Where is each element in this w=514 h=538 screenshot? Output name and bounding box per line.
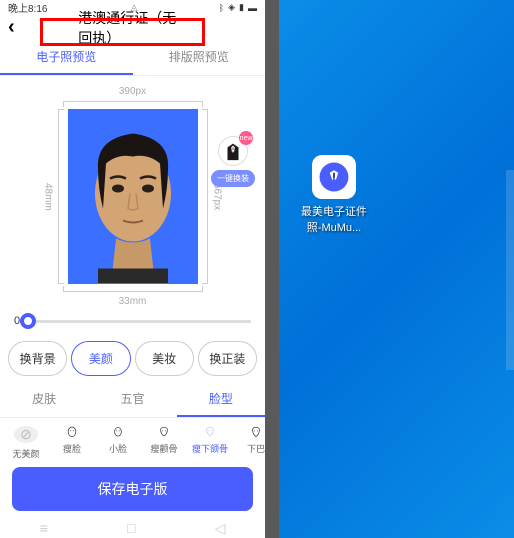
tab-beauty[interactable]: 美颜	[71, 341, 130, 376]
intensity-slider[interactable]	[28, 320, 251, 323]
nav-back[interactable]: ◁	[215, 520, 226, 537]
option-jaw[interactable]: 瘦下颌骨	[188, 426, 232, 455]
save-button[interactable]: 保存电子版	[12, 467, 253, 511]
battery-icon: ▬	[248, 3, 257, 13]
android-nav-bar: ≡ □ ◁	[0, 519, 265, 538]
subtab-features[interactable]: 五官	[88, 382, 176, 417]
desktop-app-shortcut[interactable]: 最美电子证件照-MuMu...	[299, 155, 369, 235]
id-photo[interactable]	[68, 109, 198, 284]
change-outfit-button[interactable]: 一键换装	[211, 170, 255, 187]
outfit-preview[interactable]: new	[218, 136, 248, 166]
face-shape-options: ⊘ 无美颜 瘦脸 小脸 瘦颧骨 瘦下颌骨 下巴	[0, 418, 265, 459]
phone-screen: 晚上8:16 ◬ ᛒ ◈ ▮ ▬ ‹ 港澳通行证（无回执） 电子照预览 排版照预…	[0, 0, 265, 538]
app-icon	[312, 155, 356, 199]
app-header: ‹ 港澳通行证（无回执）	[0, 15, 265, 40]
none-icon: ⊘	[14, 426, 38, 443]
slider-thumb[interactable]	[20, 313, 36, 329]
wifi-icon: ◈	[228, 2, 235, 13]
desktop-app-label: 最美电子证件照-MuMu...	[294, 203, 374, 235]
tab-outfit[interactable]: 换正装	[198, 341, 257, 376]
page-title: 港澳通行证（无回执）	[66, 6, 199, 50]
face-icon	[104, 426, 132, 438]
signal-icon: ▮	[239, 2, 244, 13]
option-chin[interactable]: 下巴	[234, 426, 265, 455]
option-cheekbone[interactable]: 瘦颧骨	[142, 426, 186, 455]
outfit-widget: new 一键换装	[211, 136, 255, 187]
suit-icon	[222, 140, 244, 162]
new-badge: new	[239, 131, 253, 145]
face-icon	[58, 426, 86, 438]
intensity-slider-row: 0	[0, 307, 265, 335]
back-button[interactable]: ‹	[8, 16, 15, 39]
face-icon	[242, 426, 265, 438]
dimension-width-mm: 33mm	[119, 296, 147, 307]
option-slim-face[interactable]: 瘦脸	[50, 426, 94, 455]
subtab-face-shape[interactable]: 脸型	[177, 382, 265, 417]
dimension-height-mm: 48mm	[43, 183, 54, 211]
window-divider	[265, 0, 279, 538]
bluetooth-icon: ᛒ	[219, 3, 224, 13]
category-tabs: 换背景 美颜 美妆 换正装	[0, 335, 265, 382]
nav-recent[interactable]: ≡	[40, 520, 48, 536]
subtab-skin[interactable]: 皮肤	[0, 382, 88, 417]
sub-category-tabs: 皮肤 五官 脸型	[0, 382, 265, 418]
option-small-face[interactable]: 小脸	[96, 426, 140, 455]
option-none[interactable]: ⊘ 无美颜	[4, 426, 48, 455]
face-icon	[150, 426, 178, 438]
face-icon	[196, 426, 224, 438]
dimension-width-px: 390px	[119, 86, 146, 97]
win-accent-panel	[506, 170, 514, 370]
windows-desktop[interactable]: 最美电子证件照-MuMu...	[279, 0, 514, 538]
photo-preview: 390px 48mm	[0, 76, 265, 307]
status-time: 晚上8:16	[8, 0, 47, 15]
nav-home[interactable]: □	[127, 520, 135, 536]
tab-background[interactable]: 换背景	[8, 341, 67, 376]
tab-makeup[interactable]: 美妆	[135, 341, 194, 376]
